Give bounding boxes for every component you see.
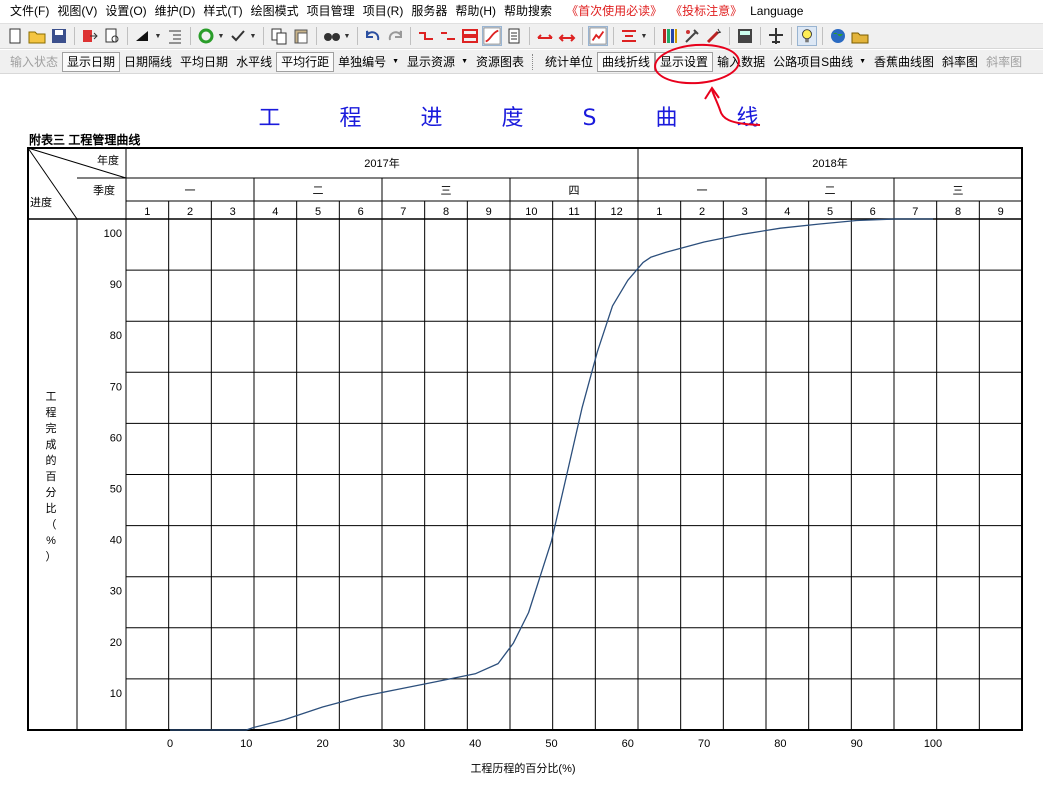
month-label: 9 bbox=[486, 206, 492, 218]
x-tick-label: 60 bbox=[622, 738, 634, 750]
x-tick-label: 0 bbox=[167, 738, 173, 750]
month-label: 3 bbox=[230, 206, 236, 218]
quarter-label: 三 bbox=[441, 185, 452, 197]
y-axis-label-char: （ bbox=[46, 518, 57, 531]
y-tick-label: 50 bbox=[110, 484, 122, 496]
y-tick-label: 10 bbox=[110, 688, 122, 700]
quarter-label: 二 bbox=[825, 185, 836, 197]
x-tick-label: 100 bbox=[924, 738, 942, 750]
quarter-label: 二 bbox=[313, 185, 324, 197]
month-label: 4 bbox=[272, 206, 278, 218]
month-label: 12 bbox=[611, 206, 623, 218]
month-label: 8 bbox=[443, 206, 449, 218]
progress-chart: 年度季度进度2017年 2018年一二三四一二三1 2 3 4 5 6 7 8 9 10 11 12 1 2… bbox=[27, 147, 1023, 775]
year-label: 2017年 bbox=[364, 156, 399, 170]
month-label: 2 bbox=[699, 206, 705, 218]
month-label: 7 bbox=[400, 206, 406, 218]
y-tick-label: 80 bbox=[110, 330, 122, 342]
y-axis-label-char: 分 bbox=[46, 486, 57, 499]
month-label: 1 bbox=[656, 206, 662, 218]
y-tick-label: 40 bbox=[110, 535, 122, 547]
x-tick-label: 20 bbox=[316, 738, 328, 750]
month-label: 5 bbox=[315, 206, 321, 218]
quarter-label: 一 bbox=[185, 185, 196, 197]
y-axis-label-char: 的 bbox=[46, 453, 57, 467]
x-tick-label: 30 bbox=[393, 738, 405, 750]
y-tick-label: 60 bbox=[110, 432, 122, 444]
y-axis-label-char: 程 bbox=[46, 406, 57, 419]
y-axis-label-char: 成 bbox=[46, 438, 57, 451]
x-tick-label: 40 bbox=[469, 738, 481, 750]
y-axis-label-char: 百 bbox=[46, 471, 57, 483]
month-label: 9 bbox=[998, 206, 1004, 218]
y-axis-label-char: 工 bbox=[46, 391, 57, 403]
y-tick-label: 30 bbox=[110, 586, 122, 598]
x-tick-label: 90 bbox=[851, 738, 863, 750]
month-label: 4 bbox=[784, 206, 790, 218]
x-tick-label: 70 bbox=[698, 738, 710, 750]
y-tick-label: 90 bbox=[110, 279, 122, 291]
month-label: 6 bbox=[870, 206, 876, 218]
y-axis-label-char: % bbox=[46, 535, 56, 547]
x-tick-label: 10 bbox=[240, 738, 252, 750]
x-tick-label: 50 bbox=[545, 738, 557, 750]
y-tick-label: 100 bbox=[104, 228, 122, 240]
month-label: 11 bbox=[568, 206, 579, 218]
y-tick-label: 20 bbox=[110, 637, 122, 649]
y-axis-label-char: 完 bbox=[46, 421, 57, 435]
month-label: 7 bbox=[912, 206, 918, 218]
month-label: 1 bbox=[144, 206, 150, 218]
y-tick-label: 70 bbox=[110, 381, 122, 393]
month-label: 6 bbox=[358, 206, 364, 218]
y-axis-label-char: 比 bbox=[46, 502, 57, 515]
quarter-label: 一 bbox=[697, 185, 708, 197]
month-label: 10 bbox=[525, 206, 537, 218]
y-axis-label-char: ） bbox=[46, 550, 57, 563]
quarter-label: 三 bbox=[953, 185, 964, 197]
header-quarter-label: 季度 bbox=[93, 183, 115, 197]
month-label: 3 bbox=[742, 206, 748, 218]
quarter-label: 四 bbox=[569, 185, 580, 197]
header-year-label: 年度 bbox=[97, 153, 119, 167]
x-axis-label: 工程历程的百分比(%) bbox=[470, 761, 575, 775]
month-label: 8 bbox=[955, 206, 961, 218]
year-label: 2018年 bbox=[812, 156, 847, 170]
header-progress-label: 进度 bbox=[30, 195, 52, 209]
x-tick-label: 80 bbox=[774, 738, 786, 750]
month-label: 2 bbox=[187, 206, 193, 218]
table-frame bbox=[27, 147, 1023, 731]
month-label: 5 bbox=[827, 206, 833, 218]
